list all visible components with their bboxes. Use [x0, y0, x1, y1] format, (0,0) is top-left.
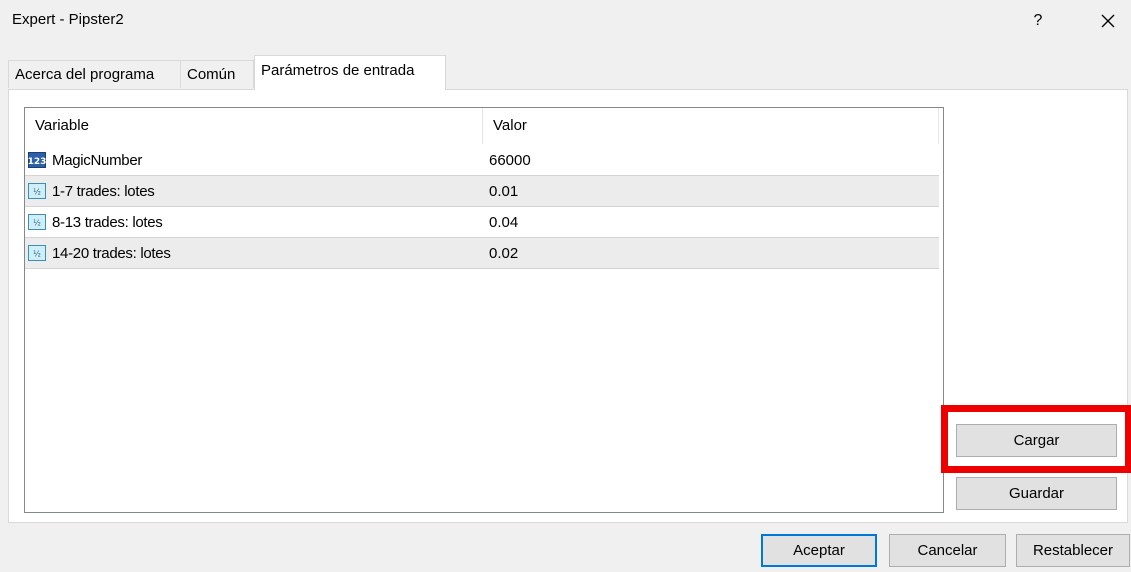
variable-cell[interactable]: ½ 1-7 trades: lotes [25, 176, 483, 207]
close-button[interactable] [1096, 7, 1120, 33]
svg-text:123: 123 [28, 157, 46, 167]
variable-name: 8-13 trades: lotes [52, 214, 163, 231]
help-button[interactable]: ? [1029, 9, 1047, 33]
variable-name: 1-7 trades: lotes [52, 183, 155, 200]
value-cell[interactable]: 66000 [483, 145, 939, 176]
table-row[interactable]: ½ 1-7 trades: lotes 0.01 [25, 176, 939, 207]
ok-button[interactable]: Aceptar [761, 534, 877, 567]
highlight-box [941, 405, 1131, 473]
variable-cell[interactable]: 123 MagicNumber [25, 145, 483, 176]
column-header-variable[interactable]: Variable [25, 108, 482, 144]
variable-value: 66000 [489, 152, 531, 169]
variable-cell[interactable]: ½ 8-13 trades: lotes [25, 207, 483, 238]
variable-name: MagicNumber [52, 152, 143, 169]
integer-type-icon: 123 [28, 152, 46, 168]
double-type-icon: ½ [28, 214, 46, 230]
column-header-value[interactable]: Valor [483, 108, 938, 144]
variable-cell[interactable]: ½ 14-20 trades: lotes [25, 238, 483, 269]
value-cell[interactable]: 0.04 [483, 207, 939, 238]
parameters-grid: Variable Valor 123 MagicNumber 66000 ½ 1… [24, 107, 944, 513]
svg-text:½: ½ [33, 219, 41, 228]
double-type-icon: ½ [28, 245, 46, 261]
value-cell[interactable]: 0.01 [483, 176, 939, 207]
table-row[interactable]: ½ 8-13 trades: lotes 0.04 [25, 207, 939, 238]
cancel-button[interactable]: Cancelar [889, 534, 1006, 567]
value-cell[interactable]: 0.02 [483, 238, 939, 269]
variable-name: 14-20 trades: lotes [52, 245, 171, 262]
window-title: Expert - Pipster2 [12, 11, 124, 28]
reset-button[interactable]: Restablecer [1016, 534, 1130, 567]
tab-comun[interactable]: Común [180, 60, 254, 88]
table-row[interactable]: 123 MagicNumber 66000 [25, 145, 939, 176]
double-type-icon: ½ [28, 183, 46, 199]
variable-value: 0.04 [489, 214, 519, 231]
save-button[interactable]: Guardar [956, 477, 1117, 510]
close-icon [1101, 14, 1115, 28]
variable-value: 0.02 [489, 245, 519, 262]
table-row[interactable]: ½ 14-20 trades: lotes 0.02 [25, 238, 939, 269]
column-divider [938, 108, 939, 144]
svg-text:½: ½ [33, 250, 41, 259]
tab-parametros-de-entrada[interactable]: Parámetros de entrada [254, 55, 446, 90]
svg-text:½: ½ [33, 188, 41, 197]
variable-value: 0.01 [489, 183, 519, 200]
tab-acerca-del-programa[interactable]: Acerca del programa [8, 60, 181, 88]
